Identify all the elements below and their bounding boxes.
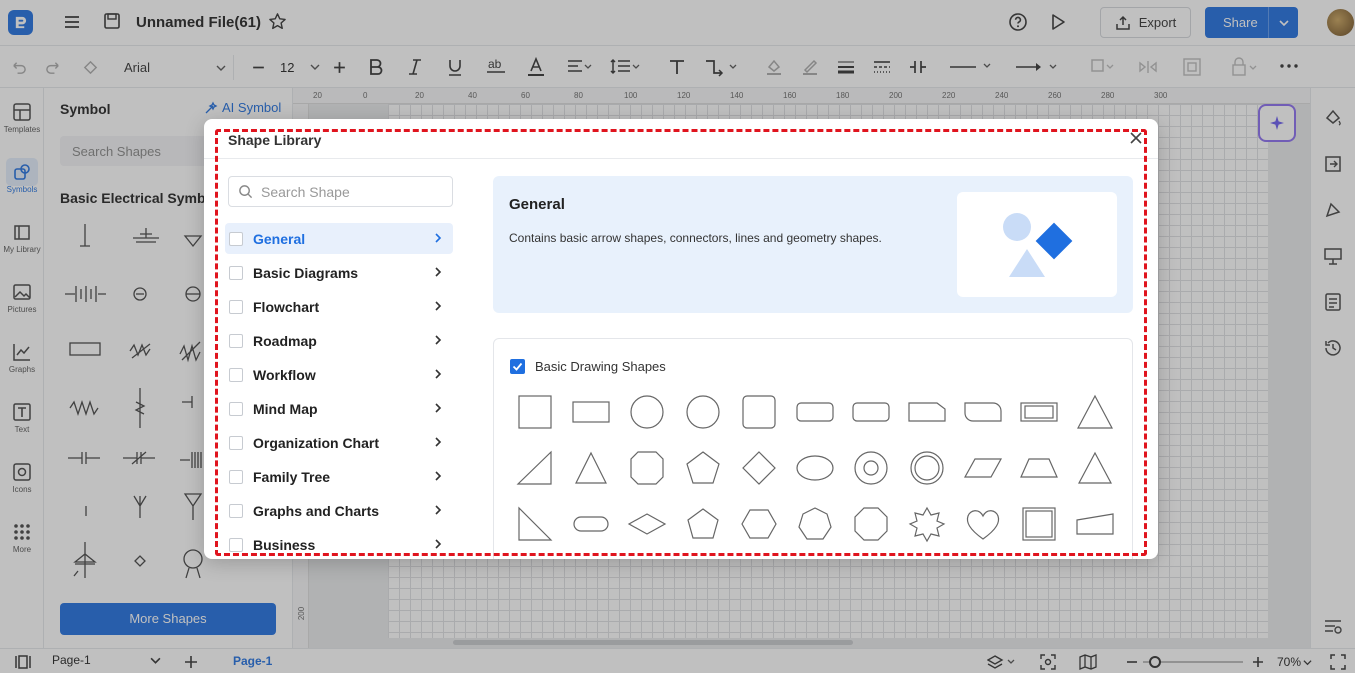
chevron-right-icon — [435, 369, 442, 379]
category-roadmap[interactable]: Roadmap — [225, 325, 453, 356]
shape-search-input[interactable]: Search Shape — [228, 176, 453, 207]
category-checkbox[interactable] — [229, 333, 243, 348]
shape-triangle[interactable] — [1075, 392, 1115, 432]
shape-ellipse[interactable] — [795, 448, 835, 488]
app-window: Unnamed File(61) Export Share Arial 12 a… — [0, 0, 1355, 673]
category-business[interactable]: Business — [225, 529, 453, 559]
category-graphs-and-charts[interactable]: Graphs and Charts — [225, 495, 453, 526]
chevron-right-icon — [435, 267, 442, 277]
shape-rounded-rectangle[interactable] — [795, 392, 835, 432]
shape-right-triangle[interactable] — [515, 504, 555, 544]
shape-square[interactable] — [515, 392, 555, 432]
category-checkbox[interactable] — [229, 435, 243, 450]
category-label: Mind Map — [253, 400, 318, 417]
category-label: Roadmap — [253, 332, 317, 349]
shape-frame[interactable] — [1019, 392, 1059, 432]
category-flowchart[interactable]: Flowchart — [225, 291, 453, 322]
category-banner: General Contains basic arrow shapes, con… — [493, 176, 1133, 313]
category-checkbox[interactable] — [229, 231, 243, 246]
category-checkbox[interactable] — [229, 367, 243, 382]
category-label: General — [253, 230, 306, 247]
shape-heart[interactable] — [963, 504, 1003, 544]
category-label: Business — [253, 536, 316, 553]
shape-rounded-square[interactable] — [739, 392, 779, 432]
banner-illustration — [957, 192, 1117, 297]
category-organization-chart[interactable]: Organization Chart — [225, 427, 453, 458]
chevron-right-icon — [435, 335, 442, 345]
shape-bevel[interactable] — [1019, 504, 1059, 544]
category-checkbox[interactable] — [229, 265, 243, 280]
shape-pentagon[interactable] — [683, 504, 723, 544]
shape-trapezoid[interactable] — [1019, 448, 1059, 488]
shape-double-circle[interactable] — [907, 448, 947, 488]
category-checkbox[interactable] — [229, 469, 243, 484]
shape-round-corner-rectangle[interactable] — [963, 392, 1003, 432]
category-label: Workflow — [253, 366, 316, 383]
shape-donut[interactable] — [851, 448, 891, 488]
chevron-right-icon — [435, 539, 442, 549]
section-checkbox[interactable] — [510, 359, 525, 374]
chevron-right-icon — [435, 471, 442, 481]
shape-circle[interactable] — [683, 392, 723, 432]
shape-manual-input[interactable] — [1075, 504, 1115, 544]
banner-title: General — [509, 196, 565, 213]
category-family-tree[interactable]: Family Tree — [225, 461, 453, 492]
category-general[interactable]: General — [225, 223, 453, 254]
shape-flat-diamond[interactable] — [627, 504, 667, 544]
shape-octagon[interactable] — [627, 448, 667, 488]
shape-circle[interactable] — [627, 392, 667, 432]
category-label: Family Tree — [253, 468, 331, 485]
shape-triangle[interactable] — [1075, 448, 1115, 488]
shape-rounded-rectangle[interactable] — [851, 392, 891, 432]
shape-octagon[interactable] — [851, 504, 891, 544]
category-checkbox[interactable] — [229, 299, 243, 314]
category-label: Graphs and Charts — [253, 502, 380, 519]
basic-drawing-shapes-section: Basic Drawing Shapes — [493, 338, 1133, 559]
search-icon — [239, 185, 253, 199]
category-label: Flowchart — [253, 298, 320, 315]
chevron-right-icon — [435, 233, 442, 243]
section-title: Basic Drawing Shapes — [535, 359, 666, 374]
shape-diamond[interactable] — [739, 448, 779, 488]
check-icon — [512, 362, 523, 371]
category-label: Basic Diagrams — [253, 264, 359, 281]
shape-hexagon[interactable] — [739, 504, 779, 544]
shape-star-burst[interactable] — [907, 504, 947, 544]
close-icon[interactable] — [1129, 131, 1143, 145]
chevron-right-icon — [435, 505, 442, 515]
category-checkbox[interactable] — [229, 537, 243, 552]
category-workflow[interactable]: Workflow — [225, 359, 453, 390]
shape-rectangle[interactable] — [571, 392, 611, 432]
shape-snip-rectangle[interactable] — [907, 392, 947, 432]
shape-stadium[interactable] — [571, 504, 611, 544]
category-basic-diagrams[interactable]: Basic Diagrams — [225, 257, 453, 288]
shape-heptagon[interactable] — [795, 504, 835, 544]
banner-description: Contains basic arrow shapes, connectors,… — [509, 231, 882, 245]
chevron-right-icon — [435, 403, 442, 413]
category-checkbox[interactable] — [229, 401, 243, 416]
shapes-illustration-icon — [1003, 213, 1073, 277]
dialog-title: Shape Library — [228, 132, 322, 148]
chevron-right-icon — [435, 437, 442, 447]
shape-triangle[interactable] — [571, 448, 611, 488]
shape-pentagon[interactable] — [683, 448, 723, 488]
category-mind-map[interactable]: Mind Map — [225, 393, 453, 424]
chevron-right-icon — [435, 301, 442, 311]
search-placeholder: Search Shape — [261, 183, 350, 200]
shape-parallelogram[interactable] — [963, 448, 1003, 488]
category-label: Organization Chart — [253, 434, 380, 451]
shape-library-dialog: Shape Library Search Shape General Basic… — [204, 119, 1158, 559]
category-checkbox[interactable] — [229, 503, 243, 518]
shape-right-triangle[interactable] — [515, 448, 555, 488]
